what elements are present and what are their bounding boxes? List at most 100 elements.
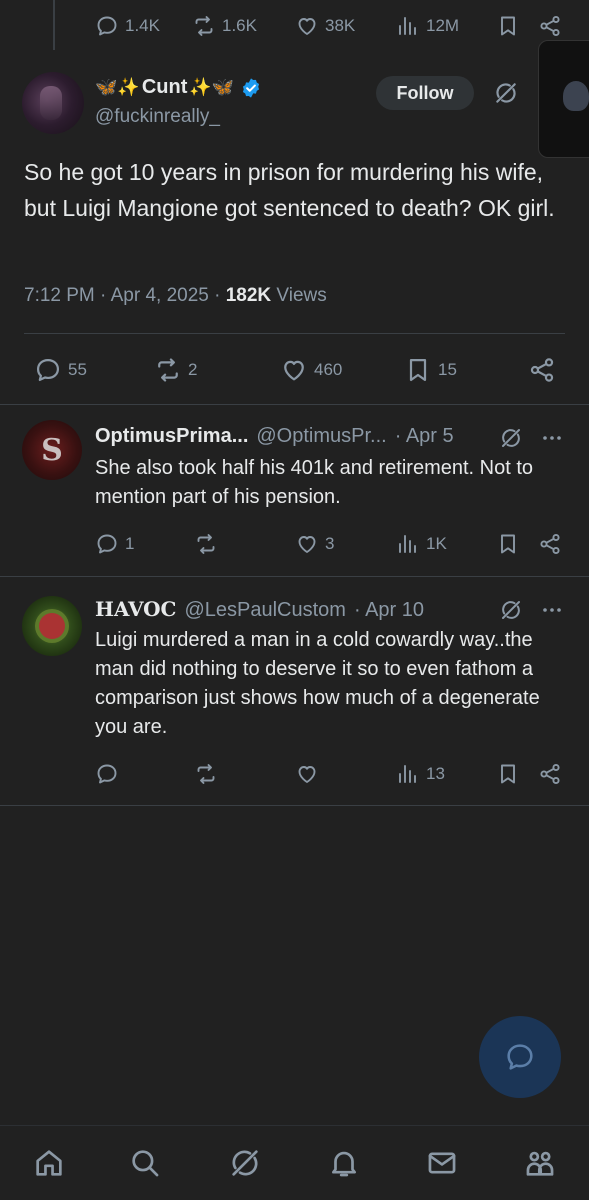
reply-share-button[interactable] bbox=[538, 762, 562, 786]
reply-bookmark-button[interactable] bbox=[496, 762, 520, 786]
reply-views-button[interactable]: 1K bbox=[396, 532, 447, 556]
search-icon[interactable] bbox=[128, 1146, 162, 1180]
reply-like-button[interactable] bbox=[295, 762, 325, 786]
heart-icon bbox=[284, 360, 304, 381]
share-icon bbox=[530, 358, 554, 382]
top-reply-button[interactable]: 1.4K bbox=[95, 14, 160, 38]
reply-author-handle[interactable]: @OptimusPr... bbox=[256, 425, 386, 448]
like-button[interactable]: 460 bbox=[280, 356, 342, 384]
top-repost-count: 1.6K bbox=[222, 16, 257, 35]
repost-icon bbox=[158, 358, 178, 382]
views-count: 182K bbox=[225, 285, 272, 306]
more-options-icon[interactable] bbox=[540, 598, 564, 622]
share-icon bbox=[540, 533, 560, 555]
grok-icon[interactable] bbox=[493, 80, 519, 106]
home-icon[interactable] bbox=[32, 1146, 66, 1180]
bookmark-button[interactable]: 15 bbox=[404, 356, 457, 384]
top-bookmark-button[interactable] bbox=[496, 14, 520, 38]
repost-icon bbox=[197, 764, 215, 784]
reply-views-button[interactable]: 13 bbox=[396, 762, 445, 786]
divider bbox=[24, 333, 565, 334]
like-count: 460 bbox=[314, 360, 343, 379]
tweet-meta: 7:12 PM · Apr 4, 2025 · 182K Views bbox=[24, 285, 327, 307]
reply-header: OptimusPrima... @OptimusPr... · Apr 5 bbox=[95, 425, 454, 448]
reply-like-count: 3 bbox=[325, 534, 335, 553]
reply-count: 55 bbox=[68, 360, 87, 379]
reply-repost-button[interactable] bbox=[194, 762, 224, 786]
bookmark-icon bbox=[501, 16, 515, 36]
reply-icon bbox=[97, 16, 117, 36]
reply-date[interactable]: · Apr 5 bbox=[395, 425, 454, 448]
repost-count: 2 bbox=[188, 360, 198, 379]
heart-icon bbox=[298, 18, 316, 35]
reply-bookmark-button[interactable] bbox=[496, 532, 520, 556]
reply-icon bbox=[97, 764, 117, 784]
reply-button[interactable]: 55 bbox=[34, 356, 87, 384]
reply-text: Luigi murdered a man in a cold cowardly … bbox=[95, 629, 540, 738]
reply-like-button[interactable]: 3 bbox=[295, 532, 334, 556]
reply-reply-button[interactable] bbox=[95, 762, 125, 786]
divider bbox=[0, 576, 589, 577]
grok-icon[interactable] bbox=[499, 426, 523, 450]
repost-icon bbox=[197, 534, 215, 554]
more-options-icon[interactable] bbox=[540, 426, 564, 450]
messages-icon[interactable] bbox=[425, 1146, 459, 1180]
bookmark-count: 15 bbox=[438, 360, 457, 379]
reply-views-count: 13 bbox=[426, 764, 445, 783]
heart-icon bbox=[298, 536, 316, 553]
views-icon bbox=[399, 535, 416, 553]
repost-icon bbox=[195, 16, 213, 36]
reply-author-name[interactable]: OptimusPrima... bbox=[95, 425, 248, 448]
top-like-button[interactable]: 38K bbox=[295, 14, 355, 38]
views-label: Views bbox=[271, 285, 327, 306]
tweet-timestamp[interactable]: 7:12 PM · Apr 4, 2025 · bbox=[24, 285, 226, 306]
grok-icon[interactable] bbox=[499, 598, 523, 622]
floating-video-thumbnail[interactable] bbox=[538, 40, 589, 158]
reply-icon bbox=[97, 534, 117, 554]
reply-reply-count: 1 bbox=[125, 534, 135, 553]
reply-author-name[interactable]: HAVOC bbox=[95, 597, 176, 621]
follow-button[interactable]: Follow bbox=[376, 76, 474, 110]
reply-views-count: 1K bbox=[426, 534, 447, 553]
tweet-text: So he got 10 years in prison for murderi… bbox=[24, 159, 555, 221]
repost-button[interactable]: 2 bbox=[154, 356, 197, 384]
divider bbox=[0, 404, 589, 405]
top-reply-count: 1.4K bbox=[125, 16, 160, 35]
top-share-button[interactable] bbox=[538, 14, 562, 38]
author-avatar[interactable] bbox=[22, 72, 84, 134]
author-display-name[interactable]: 🦋✨ Cunt ✨🦋 bbox=[95, 76, 262, 99]
share-button[interactable] bbox=[528, 356, 556, 384]
thread-line bbox=[53, 0, 55, 50]
reply-date[interactable]: · Apr 10 bbox=[354, 599, 424, 622]
reply-icon bbox=[36, 358, 60, 382]
notifications-bell-icon[interactable] bbox=[327, 1146, 361, 1180]
reply-icon bbox=[507, 1044, 533, 1070]
top-views-button[interactable]: 12M bbox=[396, 14, 459, 38]
reply-author-handle[interactable]: @LesPaulCustom bbox=[184, 599, 345, 622]
grok-icon[interactable] bbox=[228, 1146, 262, 1180]
reply-text: She also took half his 401k and retireme… bbox=[95, 457, 534, 508]
verified-badge-icon bbox=[243, 77, 260, 98]
views-icon bbox=[399, 765, 416, 783]
top-views-count: 12M bbox=[426, 16, 460, 35]
bookmark-icon bbox=[501, 764, 515, 784]
top-like-count: 38K bbox=[325, 16, 356, 35]
reply-avatar[interactable] bbox=[22, 420, 82, 480]
reply-share-button[interactable] bbox=[538, 532, 562, 556]
name-emoji-left: 🦋✨ bbox=[95, 77, 140, 98]
communities-icon[interactable] bbox=[523, 1146, 557, 1180]
reply-header: HAVOC @LesPaulCustom · Apr 10 bbox=[95, 597, 424, 622]
author-handle[interactable]: @fuckinreally_ bbox=[95, 106, 220, 128]
share-icon bbox=[540, 15, 560, 37]
reply-reply-button[interactable]: 1 bbox=[95, 532, 134, 556]
bookmark-icon bbox=[409, 358, 427, 382]
share-icon bbox=[540, 763, 560, 785]
bottom-navigation bbox=[0, 1125, 589, 1200]
name-emoji-right: ✨🦋 bbox=[189, 77, 235, 98]
top-repost-button[interactable]: 1.6K bbox=[192, 14, 257, 38]
reply-avatar[interactable] bbox=[22, 596, 82, 656]
heart-icon bbox=[298, 766, 316, 783]
reply-repost-button[interactable] bbox=[194, 532, 224, 556]
compose-reply-button[interactable] bbox=[479, 1016, 561, 1098]
views-icon bbox=[399, 17, 416, 35]
